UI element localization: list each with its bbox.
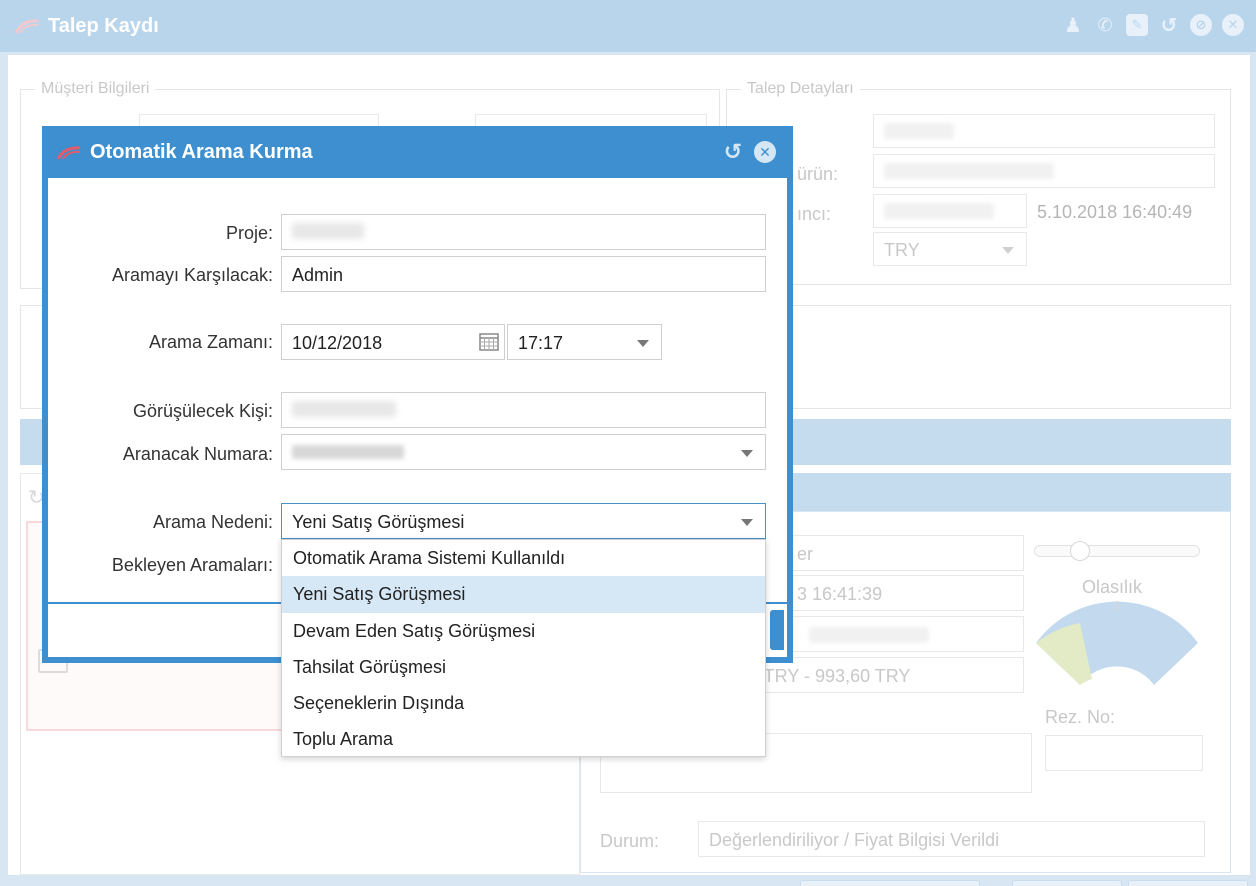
call-reason-label: Arama Nedeni: [152, 512, 273, 532]
dropdown-option[interactable]: Seçeneklerin Dışında [282, 685, 765, 721]
project-label: Proje: [225, 223, 273, 243]
request-details-fieldset: Talep Detayları ürün: ıncı: 5.10.2018 16… [726, 80, 1231, 285]
currency-value: TRY [884, 240, 920, 260]
call-reason-select[interactable]: Yeni Satış Görüşmesi [281, 503, 766, 539]
created-at: 5.10.2018 16:40:49 [1037, 202, 1193, 222]
dropdown-option[interactable]: Toplu Arama [282, 721, 765, 757]
chevron-down-icon [741, 450, 753, 457]
detail-field[interactable]: er [778, 535, 1024, 571]
dropdown-option[interactable]: Devam Eden Satış Görüşmesi [282, 613, 765, 649]
status-field[interactable]: Değerlendiriliyor / Fiyat Bilgisi Verild… [698, 821, 1205, 857]
call-owner-label: Aramayı Karşılacak: [111, 265, 273, 285]
call-hour-select[interactable]: 17:17 [507, 324, 662, 360]
call-reason-dropdown: Otomatik Arama Sistemi Kullanıldı Yeni S… [281, 539, 766, 757]
product-label: ürün: [797, 164, 839, 184]
probability-gauge [1036, 601, 1198, 685]
user-field[interactable] [873, 194, 1027, 228]
project-field[interactable] [281, 214, 766, 250]
background-toolbar: ♟ ✆ ✎ ↺ ⊘ ✕ [1062, 14, 1244, 37]
dialog-action-button[interactable] [770, 610, 784, 650]
contact-label: Görüşülecek Kişi: [132, 401, 273, 421]
call-date-field[interactable]: 10/12/2018 [281, 324, 505, 360]
request-field[interactable] [873, 114, 1215, 148]
chevron-down-icon [637, 340, 649, 347]
dropdown-option[interactable]: Tahsilat Görüşmesi [282, 649, 765, 685]
probability-label: Olasılık [1082, 577, 1143, 597]
chevron-down-icon [1002, 247, 1014, 254]
brand-logo-icon [56, 146, 81, 160]
dialog-titlebar: Otomatik Arama Kurma ↺ ✕ [42, 126, 793, 178]
user-label: ıncı: [797, 204, 832, 224]
chevron-down-icon [741, 519, 753, 526]
call-hour-value: 17:17 [518, 333, 564, 353]
phone-number-label: Aranacak Numara: [122, 444, 273, 464]
rez-no-label: Rez. No: [1045, 707, 1116, 727]
footer-button[interactable] [800, 880, 980, 886]
background-window-title: Talep Kaydı [48, 15, 159, 37]
probability-slider-handle[interactable] [1070, 541, 1090, 561]
background-titlebar: Talep Kaydı ♟ ✆ ✎ ↺ ⊘ ✕ [0, 0, 1256, 52]
probability-slider[interactable] [1034, 545, 1200, 557]
call-date-value: 10/12/2018 [292, 333, 383, 353]
status-label: Durum: [600, 831, 660, 851]
close-icon[interactable]: ✕ [754, 141, 776, 163]
footer-button[interactable] [1128, 880, 1248, 886]
call-time-label: Arama Zamanı: [148, 332, 273, 352]
contact-field[interactable] [281, 392, 766, 428]
brand-logo-icon [14, 19, 39, 34]
product-field[interactable] [873, 154, 1215, 188]
history-icon[interactable]: ↺ [722, 141, 744, 163]
calendar-icon[interactable] [474, 325, 504, 359]
pending-calls-label: Bekleyen Aramaları: [111, 555, 273, 575]
dropdown-option[interactable]: Otomatik Arama Sistemi Kullanıldı [282, 540, 765, 576]
customer-legend: Müşteri Bilgileri [35, 80, 156, 98]
detail-field[interactable]: 3 16:41:39 [778, 575, 1024, 611]
currency-select[interactable]: TRY [873, 232, 1027, 266]
history-icon[interactable]: ↺ [1158, 14, 1180, 37]
dropdown-option-selected[interactable]: Yeni Satış Görüşmesi [282, 576, 765, 613]
block-icon[interactable]: ⊘ [1190, 14, 1212, 36]
edit-icon[interactable]: ✎ [1126, 14, 1148, 36]
close-icon[interactable]: ✕ [1222, 14, 1244, 36]
detail-field[interactable] [778, 616, 1024, 652]
footer-button[interactable] [1012, 880, 1122, 886]
dialog-title: Otomatik Arama Kurma [90, 141, 313, 163]
call-reason-value: Yeni Satış Görüşmesi [292, 512, 465, 532]
rez-no-field[interactable] [1045, 735, 1203, 771]
request-details-legend: Talep Detayları [741, 80, 860, 98]
person-icon[interactable]: ♟ [1062, 14, 1084, 37]
phone-icon[interactable]: ✆ [1094, 14, 1116, 36]
call-owner-field[interactable]: Admin [281, 256, 766, 292]
phone-number-select[interactable] [281, 434, 766, 470]
